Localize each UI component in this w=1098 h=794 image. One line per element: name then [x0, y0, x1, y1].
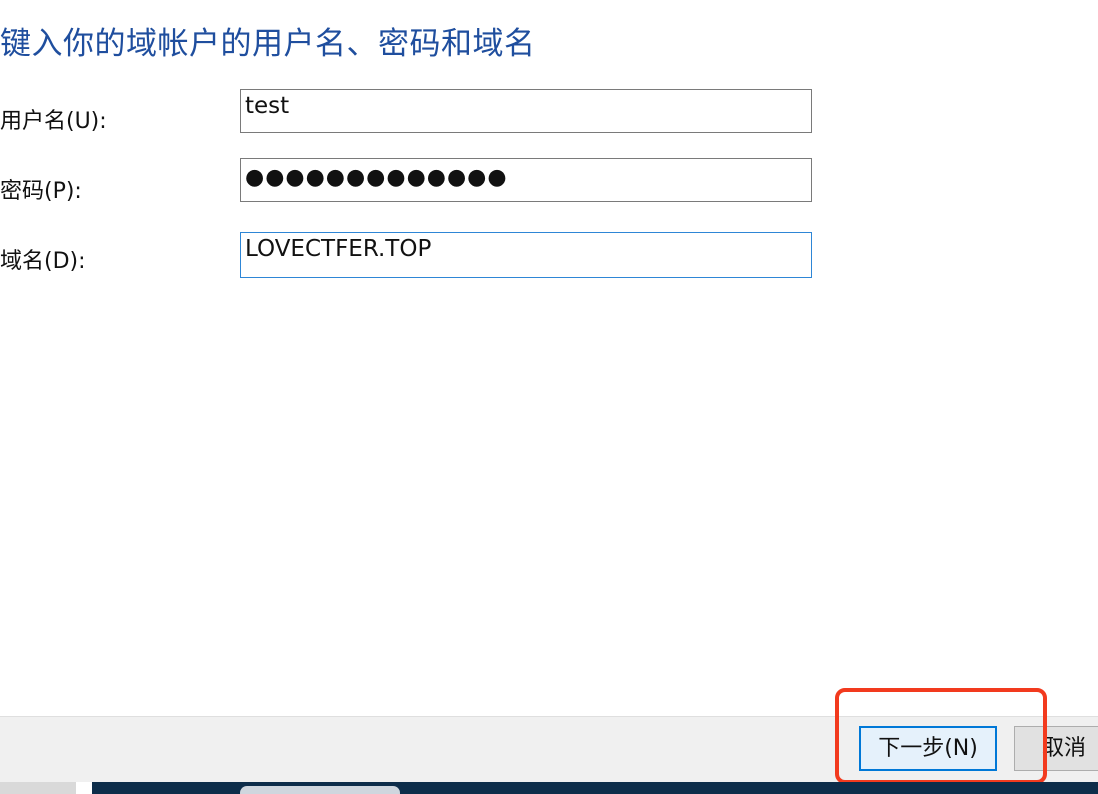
username-value: test — [245, 93, 290, 119]
next-button[interactable]: 下一步(N) — [859, 726, 997, 771]
domain-label: 域名(D): — [0, 249, 86, 274]
cancel-button[interactable]: 取消 — [1014, 726, 1098, 771]
password-input[interactable]: ●●●●●●●●●●●●● — [240, 158, 812, 202]
dialog-heading: 键入你的域帐户的用户名、密码和域名 — [0, 26, 536, 62]
taskbar-search-box[interactable] — [240, 786, 400, 794]
password-value: ●●●●●●●●●●●●● — [245, 165, 508, 190]
password-label: 密码(P): — [0, 179, 82, 204]
username-label: 用户名(U): — [0, 109, 107, 134]
domain-input[interactable]: LOVECTFER.TOP — [240, 232, 812, 278]
taskbar-divider — [76, 782, 92, 794]
username-input[interactable]: test — [240, 89, 812, 133]
domain-join-dialog: 键入你的域帐户的用户名、密码和域名 用户名(U): test 密码(P): ●●… — [0, 0, 1098, 794]
domain-value: LOVECTFER.TOP — [245, 236, 432, 262]
